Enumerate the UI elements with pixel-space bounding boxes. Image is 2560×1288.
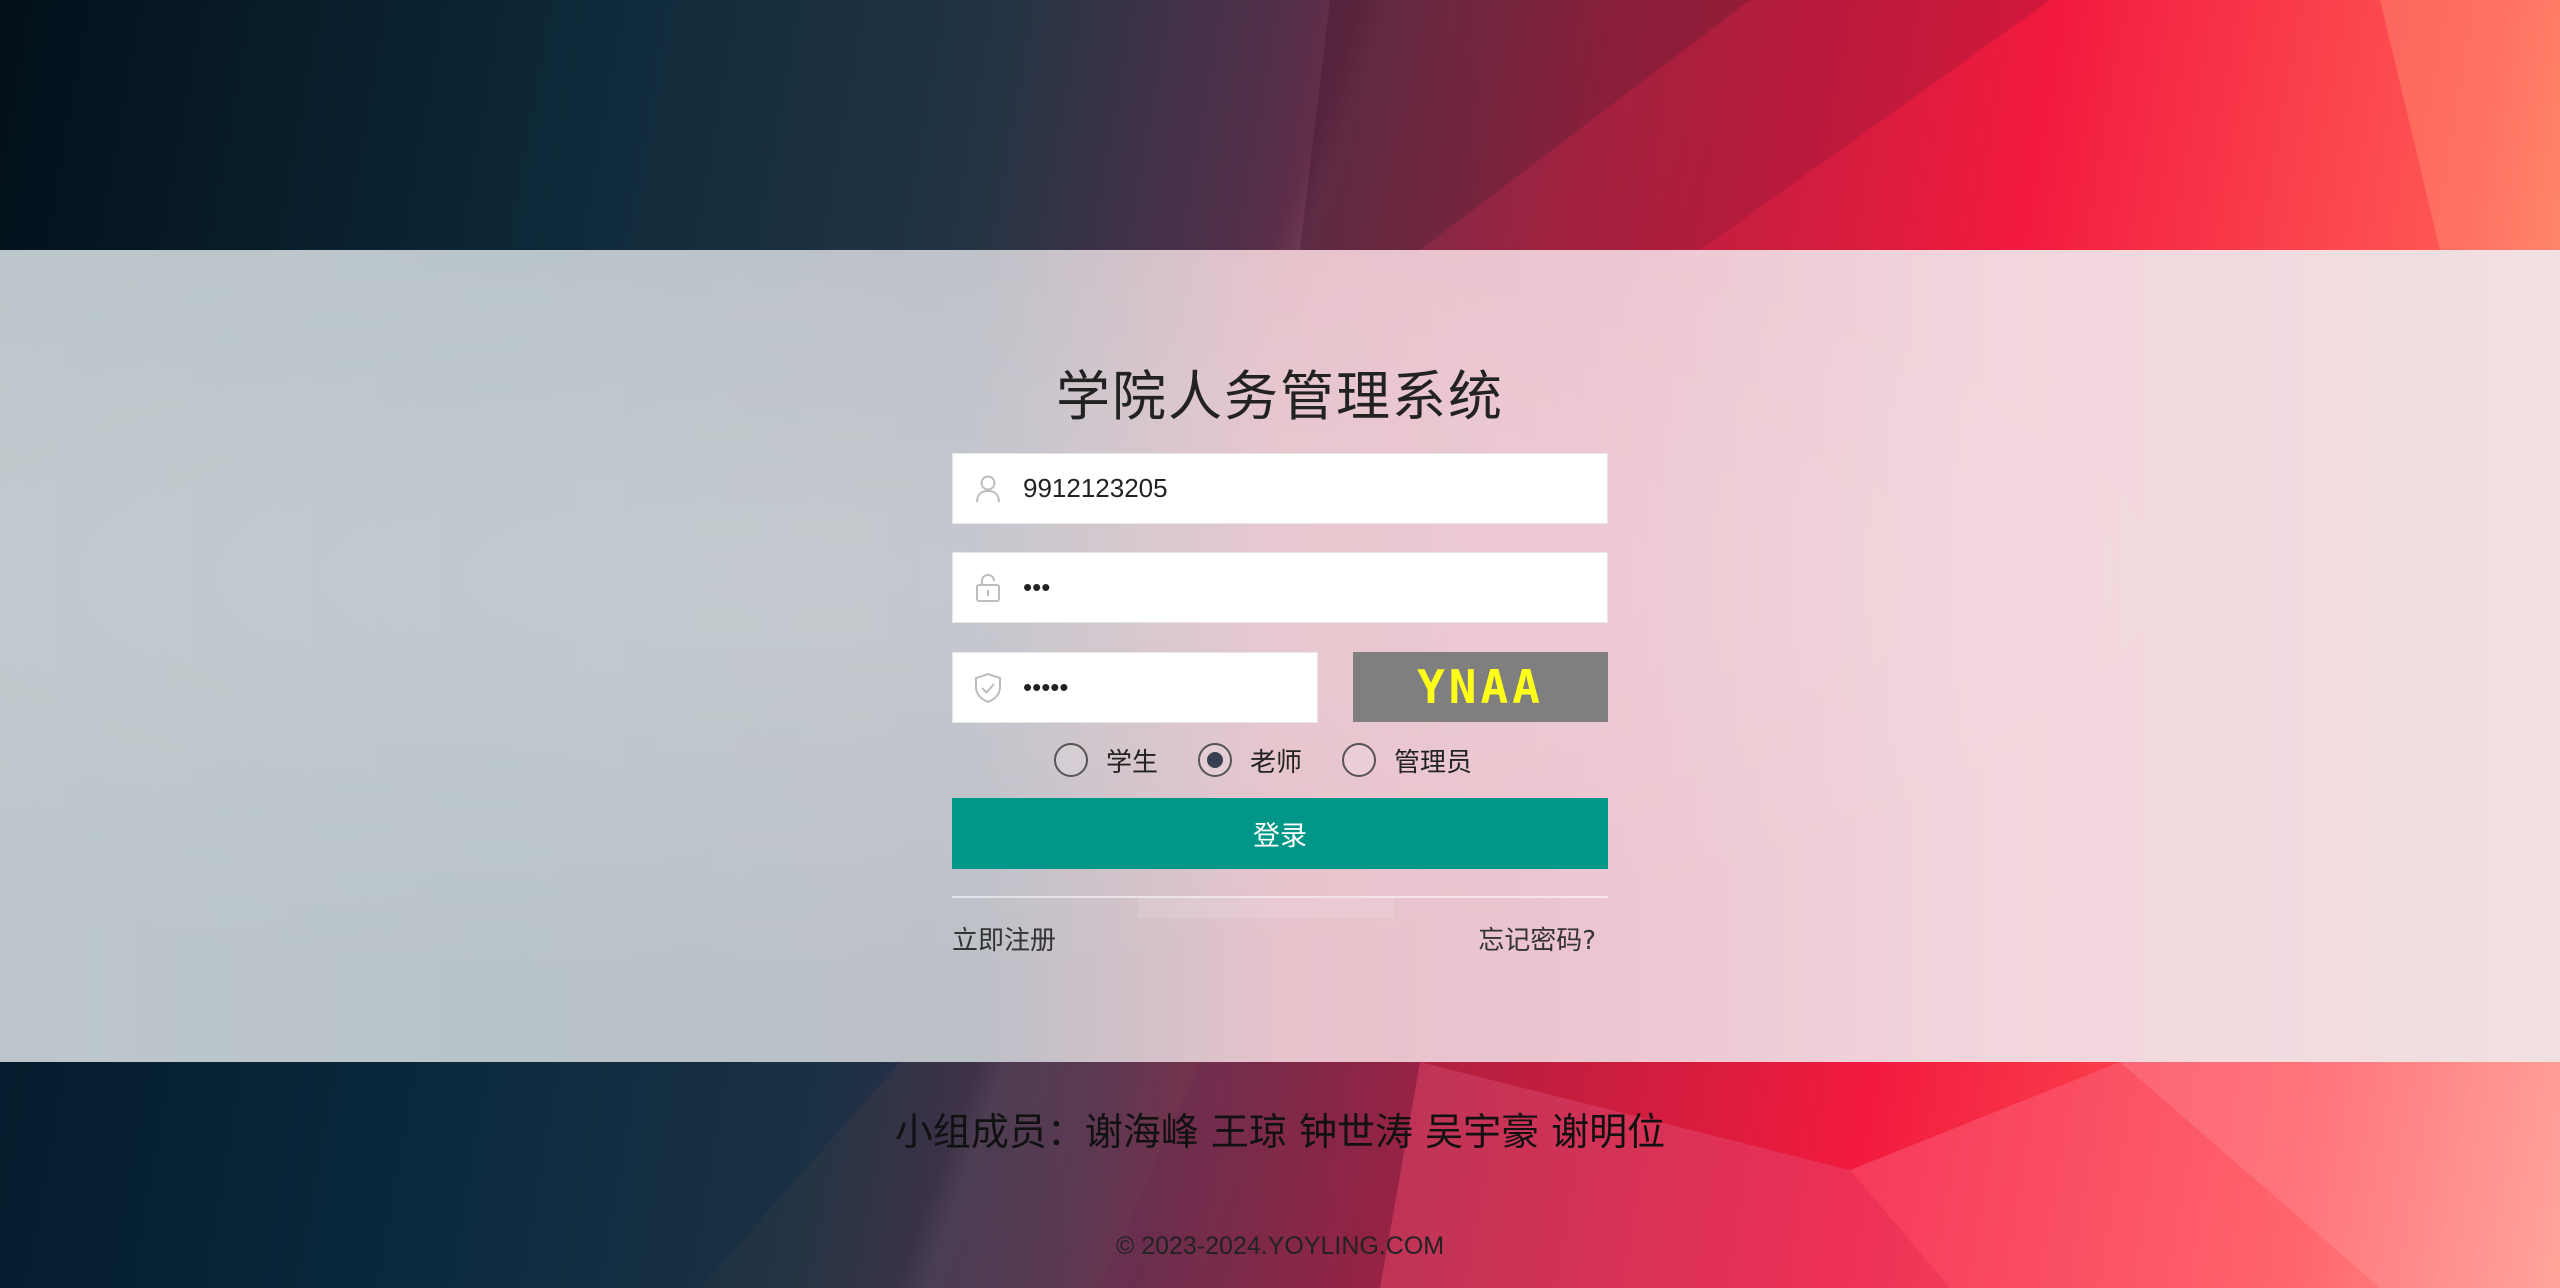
forgot-password-link[interactable]: 忘记密码? xyxy=(1478,920,1596,957)
copyright-text: © 2023-2024.YOYLING.COM xyxy=(1115,1232,1445,1260)
login-button[interactable]: 登录 xyxy=(952,798,1608,869)
lock-icon xyxy=(953,553,1023,622)
user-icon xyxy=(953,454,1023,523)
role-option-teacher[interactable]: 老师 xyxy=(1198,742,1302,779)
shield-check-icon xyxy=(953,653,1023,722)
password-field[interactable] xyxy=(952,552,1608,623)
role-label: 管理员 xyxy=(1394,747,1473,778)
radio-selected-dot xyxy=(1207,752,1224,768)
captcha-image[interactable]: YNAA xyxy=(1353,652,1608,722)
role-label: 学生 xyxy=(1106,747,1159,778)
captcha-field[interactable] xyxy=(952,652,1318,723)
role-radio-group: 学生 老师 管理员 xyxy=(1054,738,1512,782)
page-background: 学院人务管理系统 YNAA xyxy=(0,0,2560,1288)
register-link[interactable]: 立即注册 xyxy=(952,920,1056,957)
radio-button[interactable] xyxy=(1342,743,1377,777)
username-field[interactable] xyxy=(952,453,1608,524)
page-title: 学院人务管理系统 xyxy=(1056,365,1504,428)
role-option-student[interactable]: 学生 xyxy=(1054,742,1158,779)
username-input[interactable] xyxy=(1023,454,1607,523)
role-option-admin[interactable]: 管理员 xyxy=(1342,742,1472,779)
divider-highlight xyxy=(1138,898,1394,918)
radio-button[interactable] xyxy=(1198,743,1233,777)
password-input[interactable] xyxy=(1023,553,1607,622)
radio-button[interactable] xyxy=(1054,743,1088,777)
role-label: 老师 xyxy=(1250,747,1303,778)
captcha-input[interactable] xyxy=(1023,653,1317,722)
group-members-text: 小组成员：谢海峰 王琼 钟世涛 吴宇豪 谢明位 xyxy=(894,1110,1666,1154)
